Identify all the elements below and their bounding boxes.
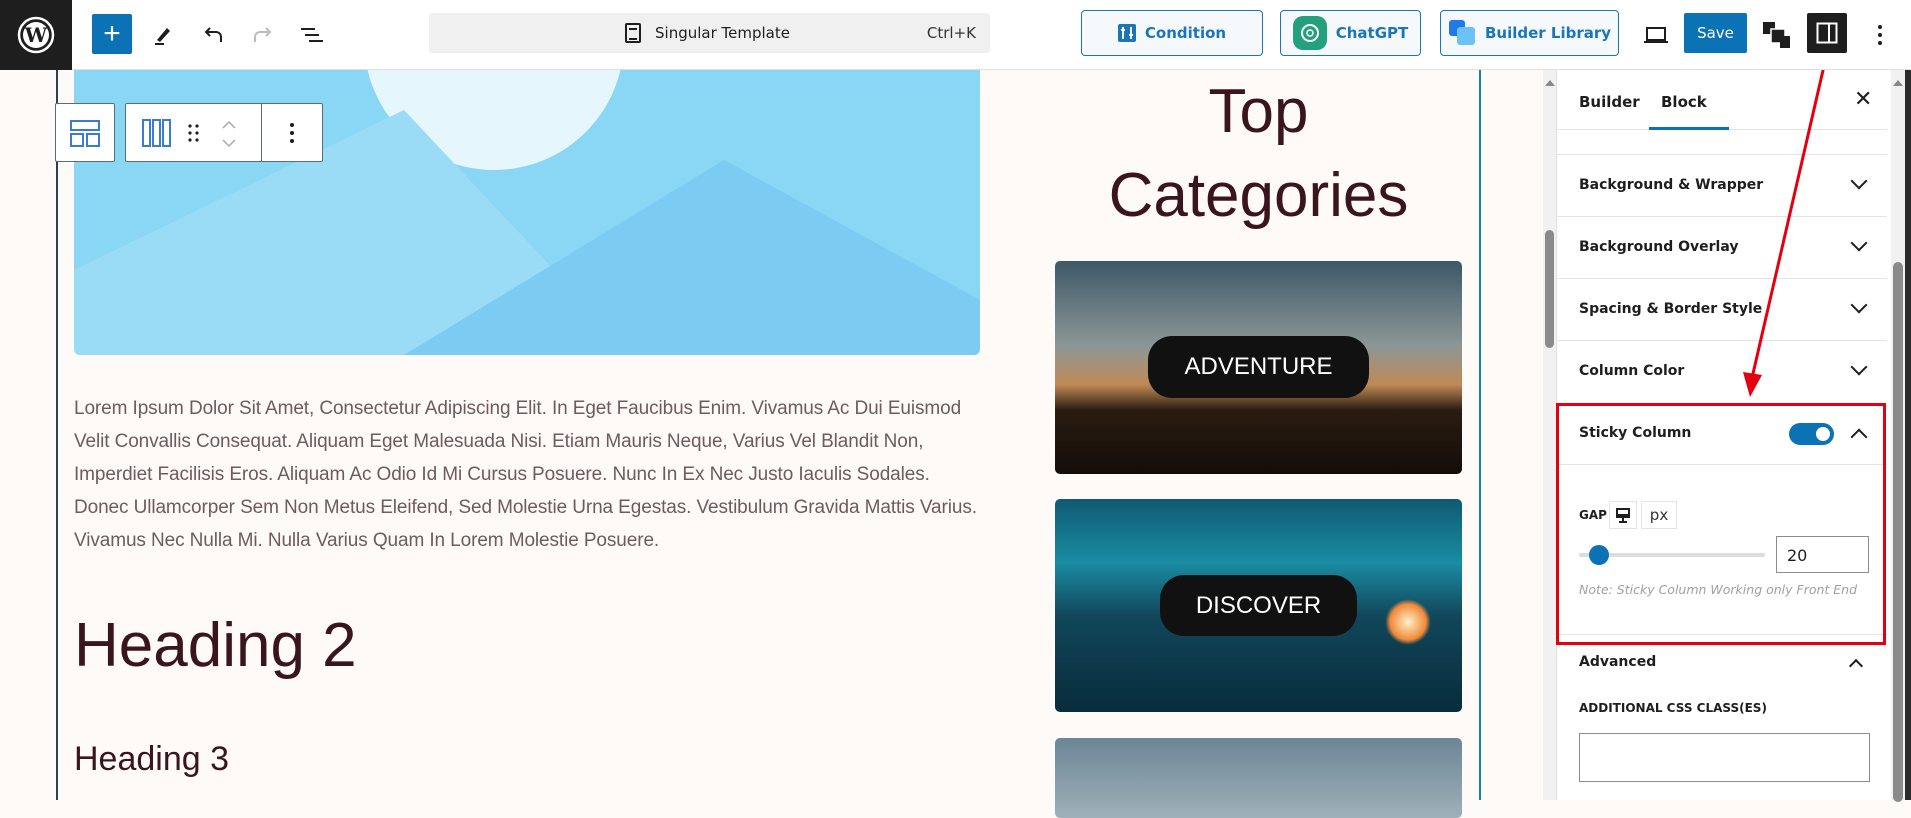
styles-button[interactable] xyxy=(1759,17,1795,53)
wordpress-icon: W xyxy=(17,16,55,54)
wordpress-logo[interactable]: W xyxy=(0,0,72,70)
css-class-input[interactable] xyxy=(1579,733,1870,782)
scroll-thumb[interactable] xyxy=(1545,230,1554,348)
condition-icon xyxy=(1117,24,1136,42)
undo-icon xyxy=(204,27,222,42)
template-title: Singular Template xyxy=(655,24,790,42)
panel-background-overlay[interactable]: Background Overlay xyxy=(1557,217,1887,279)
heading-3-block[interactable]: Heading 3 xyxy=(74,740,229,779)
close-sidebar-icon[interactable]: ✕ xyxy=(1854,87,1872,112)
list-view-icon xyxy=(301,28,323,42)
category-card-adventure[interactable]: ADVENTURE xyxy=(1055,261,1462,474)
collapsed-panel-cut xyxy=(1557,130,1887,155)
vertical-dots-icon xyxy=(1878,25,1882,45)
document-icon xyxy=(625,23,641,43)
top-categories-heading-line1[interactable]: Top xyxy=(1055,76,1462,147)
toolbar-divider xyxy=(261,104,262,161)
settings-sidebar-toggle[interactable] xyxy=(1807,13,1847,53)
edit-tool-button[interactable] xyxy=(145,17,181,53)
add-block-button[interactable]: + xyxy=(92,14,132,54)
preview-device-button[interactable] xyxy=(1638,17,1674,53)
tab-builder[interactable]: Builder xyxy=(1579,93,1640,111)
top-categories-heading-line2[interactable]: Categories xyxy=(1055,160,1462,231)
panel-column-color[interactable]: Column Color xyxy=(1557,341,1887,403)
builder-library-button[interactable]: Builder Library xyxy=(1440,10,1619,56)
paragraph-block[interactable]: Lorem Ipsum Dolor Sit Amet, Consectetur … xyxy=(74,392,984,557)
blocks-icon xyxy=(1763,22,1790,48)
panel-background-wrapper[interactable]: Background & Wrapper xyxy=(1557,155,1887,217)
chatgpt-icon xyxy=(1292,16,1327,50)
panel-label: Column Color xyxy=(1579,363,1685,379)
drag-handle-icon[interactable] xyxy=(188,124,200,142)
command-palette-bar[interactable]: Singular Template Ctrl+K xyxy=(429,13,990,53)
save-button[interactable]: Save xyxy=(1684,13,1747,53)
chatgpt-button[interactable]: ChatGPT xyxy=(1280,10,1421,56)
sticky-column-toggle[interactable] xyxy=(1789,423,1834,445)
svg-text:W: W xyxy=(24,23,48,47)
heading-2-block[interactable]: Heading 2 xyxy=(74,610,357,681)
chevron-up-icon[interactable] xyxy=(1848,658,1864,674)
slider-handle[interactable] xyxy=(1589,545,1609,565)
chevron-down-icon xyxy=(1850,234,1868,252)
responsive-device-button[interactable] xyxy=(1609,501,1637,529)
gap-slider[interactable] xyxy=(1579,545,1765,565)
advanced-panel-title[interactable]: Advanced xyxy=(1579,654,1656,670)
category-label: ADVENTURE xyxy=(1148,336,1369,398)
chatgpt-label: ChatGPT xyxy=(1335,24,1409,42)
tab-block[interactable]: Block xyxy=(1661,93,1707,111)
laptop-icon xyxy=(1644,27,1668,43)
chevron-down-icon xyxy=(1850,172,1868,190)
document-overview-button[interactable] xyxy=(294,17,330,53)
canvas-scrollbar[interactable] xyxy=(1543,70,1556,800)
plus-icon: + xyxy=(103,17,121,50)
library-icon xyxy=(1448,20,1475,45)
scroll-thumb[interactable] xyxy=(1893,262,1903,802)
condition-label: Condition xyxy=(1144,24,1227,42)
category-label: DISCOVER xyxy=(1160,575,1357,636)
condition-button[interactable]: Condition xyxy=(1081,10,1263,56)
more-options-button[interactable] xyxy=(1862,17,1898,53)
panel-label: Background & Wrapper xyxy=(1579,177,1764,193)
columns-block-icon[interactable] xyxy=(141,118,173,148)
panel-label: Sticky Column xyxy=(1579,425,1692,441)
sticky-note: Note: Sticky Column Working only Front E… xyxy=(1579,582,1858,597)
layout-icon xyxy=(70,120,100,147)
window-edge xyxy=(1905,0,1911,800)
block-options-icon[interactable] xyxy=(289,122,295,144)
top-toolbar: W + Singular Template Ctrl+K Condition C… xyxy=(0,0,1911,70)
sidebar-icon xyxy=(1816,22,1838,44)
category-card-discover[interactable]: DISCOVER xyxy=(1055,499,1462,712)
settings-sidebar: Builder Block ✕ Background & Wrapper Bac… xyxy=(1556,70,1891,800)
css-class-label: ADDITIONAL CSS CLASS(ES) xyxy=(1579,701,1767,715)
desktop-icon xyxy=(1616,508,1630,523)
pencil-icon xyxy=(155,28,170,45)
block-toolbar xyxy=(125,103,323,162)
builder-library-label: Builder Library xyxy=(1484,24,1612,42)
select-parent-block-button[interactable] xyxy=(55,103,115,162)
panel-label: Background Overlay xyxy=(1579,239,1739,255)
sun-glow xyxy=(1385,599,1431,645)
gap-value-input[interactable]: 20 xyxy=(1776,536,1869,573)
sidebar-scrollbar[interactable] xyxy=(1891,70,1905,802)
chevron-down-icon xyxy=(1850,358,1868,376)
panel-label: Spacing & Border Style xyxy=(1579,301,1763,317)
panel-spacing-border[interactable]: Spacing & Border Style xyxy=(1557,279,1887,341)
scroll-up-icon[interactable] xyxy=(1893,80,1903,86)
move-up-down-icon[interactable] xyxy=(221,119,237,149)
undo-button[interactable] xyxy=(195,17,231,53)
category-card-third[interactable] xyxy=(1055,738,1462,818)
gap-label: GAP xyxy=(1579,508,1607,522)
unit-selector[interactable]: px xyxy=(1641,501,1677,529)
chevron-up-icon xyxy=(1850,428,1868,446)
scroll-up-icon[interactable] xyxy=(1545,80,1555,86)
redo-icon xyxy=(254,27,272,42)
chevron-down-icon xyxy=(1850,296,1868,314)
redo-button[interactable] xyxy=(245,17,281,53)
shortcut-hint: Ctrl+K xyxy=(926,24,976,42)
panel-sticky-column-header[interactable]: Sticky Column xyxy=(1557,403,1887,465)
